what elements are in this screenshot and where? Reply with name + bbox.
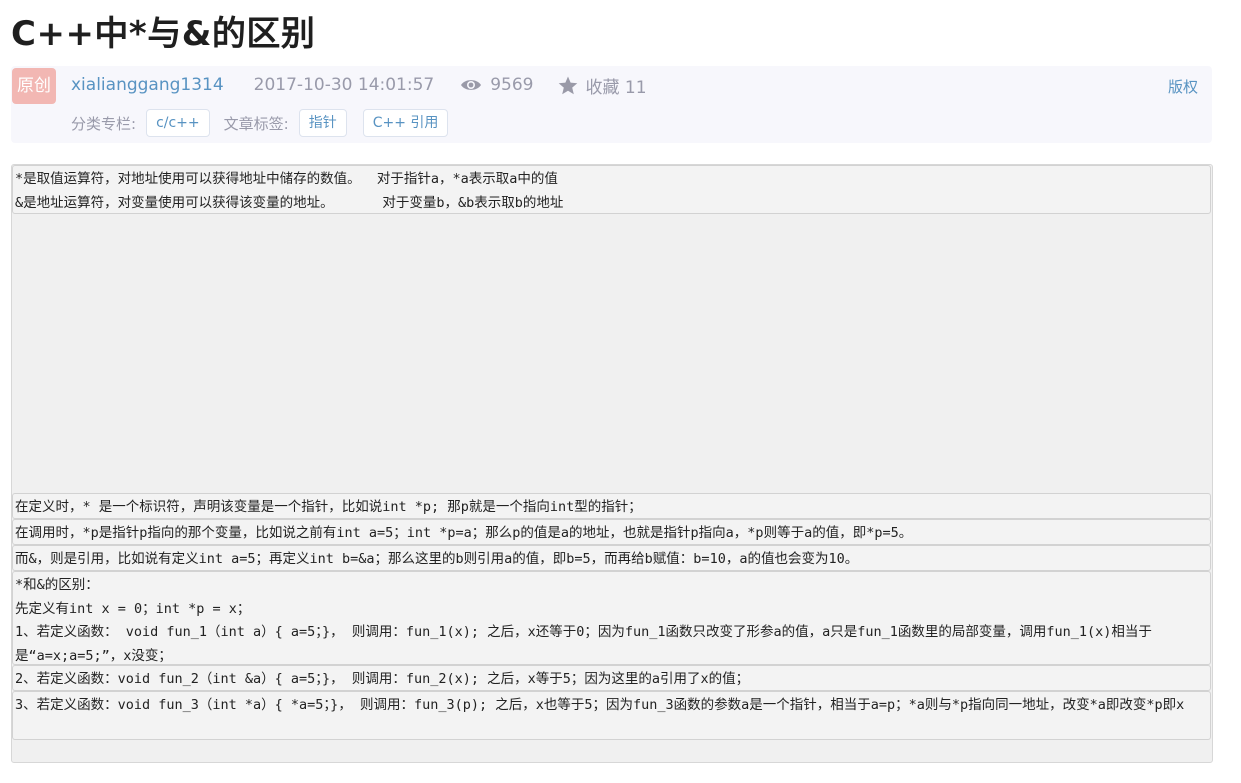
category-label: 分类专栏:: [71, 114, 137, 133]
tag-pointer[interactable]: 指针: [298, 109, 347, 137]
article-meta: 原创 xialianggang1314 2017-10-30 14:01:57 …: [11, 66, 1212, 143]
tags-label: 文章标签:: [223, 114, 289, 133]
tag-row: 分类专栏: c/c++ 文章标签: 指针 C++ 引用: [71, 108, 454, 138]
publish-date: 2017-10-30 14:01:57: [253, 75, 435, 95]
meta-info-row: xialianggang1314 2017-10-30 14:01:57 956…: [71, 73, 647, 98]
category-tag[interactable]: c/c++: [146, 109, 210, 137]
content-block-fun2: 2、若定义函数：void fun_2（int &a）{ a=5；}， 则调用：f…: [12, 665, 1211, 691]
content-block-definition: 在定义时，* 是一个标识符，声明该变量是一个指针，比如说int *p; 那p就是…: [12, 493, 1211, 519]
tag-cpp-reference[interactable]: C++ 引用: [362, 109, 449, 137]
article-content: *是取值运算符，对地址使用可以获得地址中储存的数值。 对于指针a，*a表示取a中…: [11, 164, 1213, 763]
view-count: 9569: [460, 75, 534, 95]
eye-icon: [461, 80, 482, 90]
content-block-dereference: 在调用时，*p是指针p指向的那个变量，比如说之前有int a=5；int *p=…: [12, 519, 1211, 545]
content-block-operators: *是取值运算符，对地址使用可以获得地址中储存的数值。 对于指针a，*a表示取a中…: [12, 165, 1211, 214]
content-block-reference: 而&，则是引用，比如说有定义int a=5；再定义int b=&a；那么这里的b…: [12, 545, 1211, 571]
content-block-fun3: 3、若定义函数：void fun_3（int *a）{ *a=5；}， 则调用：…: [12, 691, 1211, 740]
star-icon: [558, 76, 577, 94]
page-title: C++中*与&的区别: [11, 14, 316, 54]
favorite-count: 收藏 11: [585, 77, 647, 98]
favorite-button[interactable]: 收藏 11: [558, 73, 647, 98]
content-block-difference: *和&的区别： 先定义有int x = 0；int *p = x； 1、若定义函…: [12, 571, 1211, 665]
view-count-value: 9569: [490, 75, 534, 95]
copyright-link[interactable]: 版权: [1168, 76, 1198, 97]
author-link[interactable]: xialianggang1314: [71, 75, 224, 95]
original-badge: 原创: [12, 68, 56, 104]
